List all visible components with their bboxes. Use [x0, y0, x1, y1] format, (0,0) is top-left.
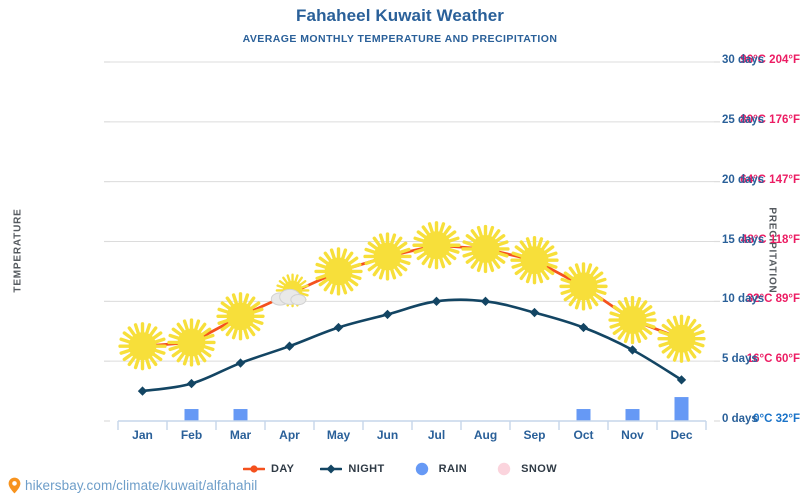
sun-icon: [510, 236, 559, 285]
legend-item-snow[interactable]: SNOW: [493, 462, 557, 476]
legend-item-night[interactable]: NIGHT: [320, 462, 384, 476]
sun-icon: [363, 232, 412, 281]
legend-label: RAIN: [438, 463, 468, 475]
sun-icon: [461, 224, 510, 274]
legend-label: NIGHT: [348, 463, 385, 475]
legend-item-day[interactable]: DAY: [243, 462, 294, 476]
sun-icon: [118, 322, 167, 371]
sun-icon: [608, 295, 657, 345]
line-marker-icon: [320, 464, 343, 474]
legend-label: DAY: [271, 463, 295, 475]
map-pin-icon: [8, 477, 21, 494]
sun-icon: [216, 292, 265, 341]
circle-icon: [497, 462, 511, 476]
sun-icon: [657, 314, 706, 363]
sun-icon: [314, 247, 363, 296]
legend-label: SNOW: [521, 463, 557, 475]
footer: hikersbay.com/climate/kuwait/alfahahil: [8, 477, 257, 494]
chart-legend: DAY NIGHT RAIN SNOW: [0, 462, 800, 476]
weather-icons: [118, 221, 706, 371]
weather-chart: Fahaheel Kuwait Weather AVERAGE MONTHLY …: [0, 0, 800, 500]
plot-area: [104, 61, 720, 430]
sun-icon: [167, 318, 216, 367]
sun-icon: [412, 221, 461, 270]
night-temperature-line: [137, 296, 687, 396]
source-url[interactable]: hikersbay.com/climate/kuwait/alfahahil: [25, 478, 257, 493]
rain-bars: [184, 397, 689, 421]
day-temperature-line: [141, 243, 683, 348]
legend-item-rain[interactable]: RAIN: [411, 462, 468, 476]
line-marker-icon: [243, 465, 265, 473]
sun-behind-cloud-icon: [270, 273, 310, 308]
x-axis: [117, 420, 707, 430]
sun-icon: [559, 262, 608, 311]
circle-icon: [415, 462, 428, 476]
